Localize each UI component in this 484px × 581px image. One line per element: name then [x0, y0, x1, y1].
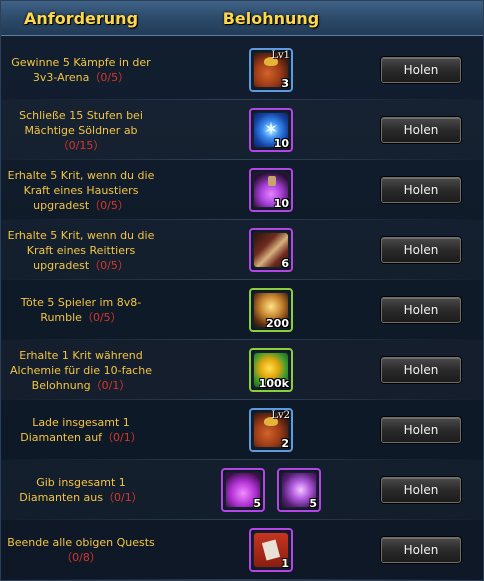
quest-requirement: Schließe 15 Stufen bei Mächtige Söldner … [1, 108, 161, 153]
claim-button[interactable]: Holen [381, 417, 461, 443]
reward-items: 6 [161, 228, 381, 272]
reward-items: 10 [161, 168, 381, 212]
item-quantity: 2 [281, 437, 289, 450]
reward-item[interactable]: 10 [249, 168, 293, 212]
item-quantity: 3 [281, 77, 289, 90]
reward-items: 10 [161, 108, 381, 152]
claim-button[interactable]: Holen [381, 357, 461, 383]
item-quantity: 200 [266, 317, 289, 330]
item-quantity: 10 [273, 137, 289, 150]
claim-button-wrapper: Holen [381, 537, 481, 563]
progress-counter: （0/5） [81, 311, 122, 324]
item-quantity: 100k [258, 377, 289, 390]
reward-items: 1 [161, 528, 381, 572]
claim-button-wrapper: Holen [381, 417, 481, 443]
progress-counter: （0/1） [102, 431, 142, 444]
progress-counter: （0/5） [89, 71, 130, 84]
reward-item[interactable]: 5 [221, 468, 265, 512]
claim-button-wrapper: Holen [381, 117, 481, 143]
reward-item[interactable]: 200 [249, 288, 293, 332]
claim-button[interactable]: Holen [381, 477, 461, 503]
reward-item[interactable]: 5 [277, 468, 321, 512]
reward-item[interactable]: 10 [249, 108, 293, 152]
requirement-text: Gewinne 5 Kämpfe in der 3v3-Arena [11, 56, 151, 84]
quest-requirement: Töte 5 Spieler im 8v8-Rumble（0/5） [1, 295, 161, 325]
reward-item[interactable]: 1 [249, 528, 293, 572]
quest-row: Lade insgesamt 1 Diamanten auf（0/1） Lv2 2 H… [1, 400, 483, 460]
reward-item[interactable]: Lv1 3 [249, 48, 293, 92]
table-header: Anforderung Belohnung [1, 1, 483, 36]
quest-row: Erhalte 5 Krit, wenn du die Kraft eines … [1, 160, 483, 220]
quest-reward-panel: Anforderung Belohnung Gewinne 5 Kämpfe i… [0, 0, 484, 581]
item-quantity: 6 [281, 257, 289, 270]
quest-requirement: Beende alle obigen Quests （0/8） [1, 535, 161, 565]
quest-requirement: Gib insgesamt 1 Diamanten aus（0/1） [1, 475, 161, 505]
quest-requirement: Lade insgesamt 1 Diamanten auf（0/1） [1, 415, 161, 445]
progress-counter: （0/1） [90, 378, 131, 392]
item-level: Lv1 [271, 50, 290, 61]
quest-requirement: Erhalte 5 Krit, wenn du die Kraft eines … [1, 168, 161, 213]
claim-button-wrapper: Holen [381, 237, 481, 263]
requirement-text: Erhalte 5 Krit, wenn du die Kraft eines … [7, 228, 155, 272]
quest-row: Beende alle obigen Quests （0/8） 1 Holen [1, 520, 483, 580]
reward-items: 55 [161, 468, 381, 512]
quest-row: Erhalte 5 Krit, wenn du die Kraft eines … [1, 220, 483, 280]
reward-items: Lv1 3 [161, 48, 381, 92]
quest-row: Töte 5 Spieler im 8v8-Rumble（0/5） 200 Hole… [1, 280, 483, 340]
quest-requirement: Erhalte 5 Krit, wenn du die Kraft eines … [1, 228, 161, 273]
claim-button[interactable]: Holen [381, 537, 461, 563]
progress-counter: （0/5） [89, 198, 129, 212]
progress-counter: （0/8） [61, 551, 101, 564]
requirement-text: Beende alle obigen Quests [7, 536, 155, 549]
reward-item[interactable]: 6 [249, 228, 293, 272]
claim-button-wrapper: Holen [381, 177, 481, 203]
claim-button-wrapper: Holen [381, 357, 481, 383]
reward-item[interactable]: Lv2 2 [249, 408, 293, 452]
claim-button[interactable]: Holen [381, 177, 461, 203]
header-requirement: Anforderung [23, 8, 139, 28]
reward-item[interactable]: 100k [249, 348, 293, 392]
item-level: Lv2 [271, 410, 290, 421]
item-quantity: 5 [309, 497, 317, 510]
claim-button[interactable]: Holen [381, 297, 461, 323]
item-quantity: 1 [281, 557, 289, 570]
claim-button[interactable]: Holen [381, 117, 461, 143]
progress-counter: （0/5） [89, 258, 129, 272]
quest-requirement: Erhalte 1 Krit während Alchemie für die … [1, 348, 161, 393]
item-quantity: 5 [253, 497, 261, 510]
header-reward: Belohnung [222, 8, 320, 28]
quest-row: Erhalte 1 Krit während Alchemie für die … [1, 340, 483, 400]
quest-row: Gewinne 5 Kämpfe in der 3v3-Arena（0/5） Lv… [1, 40, 483, 100]
requirement-text: Erhalte 1 Krit während Alchemie für die … [10, 348, 152, 392]
quest-row: Schließe 15 Stufen bei Mächtige Söldner … [1, 100, 483, 160]
quest-row: Gib insgesamt 1 Diamanten aus（0/1） 5 5 Hole… [1, 460, 483, 520]
reward-items: Lv2 2 [161, 408, 381, 452]
item-quantity: 10 [273, 197, 289, 210]
claim-button[interactable]: Holen [381, 237, 461, 263]
requirement-text: Schließe 15 Stufen bei Mächtige Söldner … [19, 108, 143, 137]
reward-items: 200 [161, 288, 381, 332]
claim-button[interactable]: Holen [381, 57, 461, 83]
claim-button-wrapper: Holen [381, 57, 481, 83]
progress-counter: （0/1） [102, 491, 143, 504]
claim-button-wrapper: Holen [381, 477, 481, 503]
reward-items: 100k [161, 348, 381, 392]
requirement-text: Erhalte 5 Krit, wenn du die Kraft eines … [7, 168, 155, 212]
claim-button-wrapper: Holen [381, 297, 481, 323]
progress-counter: （0/15） [57, 138, 105, 152]
quest-requirement: Gewinne 5 Kämpfe in der 3v3-Arena（0/5） [1, 55, 161, 85]
